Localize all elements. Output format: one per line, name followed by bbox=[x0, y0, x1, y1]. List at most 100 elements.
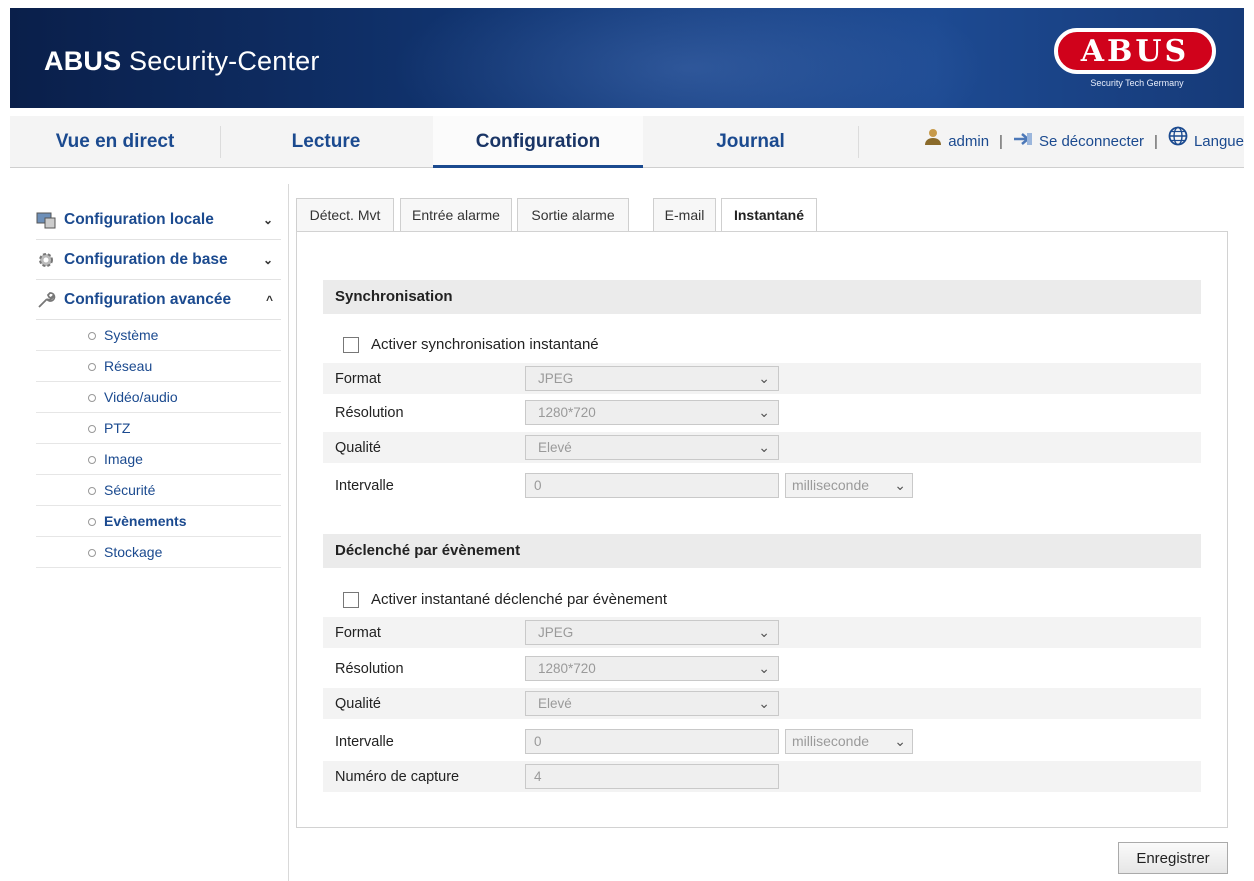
app-title-text: Security-Center bbox=[121, 46, 320, 76]
tab-configuration[interactable]: Configuration bbox=[433, 116, 643, 168]
chevron-down-icon: ⌄ bbox=[894, 477, 906, 493]
select-value: 1280*720 bbox=[538, 661, 596, 676]
subtab-snapshot[interactable]: Instantané bbox=[721, 198, 817, 234]
event-format-select[interactable]: JPEG ⌄ bbox=[525, 620, 779, 645]
event-interval-input[interactable]: 0 bbox=[525, 729, 779, 754]
tab-log[interactable]: Journal bbox=[643, 116, 858, 168]
sidebar-group-advanced-config[interactable]: Configuration avancée ^ bbox=[36, 280, 281, 320]
chevron-down-icon: ⌄ bbox=[758, 660, 770, 676]
save-button[interactable]: Enregistrer bbox=[1118, 842, 1228, 874]
tab-live-view[interactable]: Vue en direct bbox=[10, 116, 220, 168]
event-capture-row: Numéro de capture 4 bbox=[323, 761, 1201, 792]
field-label: Qualité bbox=[335, 696, 381, 712]
user-name[interactable]: admin bbox=[948, 116, 989, 168]
field-label: Intervalle bbox=[335, 734, 394, 750]
sidebar-item-storage[interactable]: Stockage bbox=[36, 537, 281, 568]
sync-quality-select[interactable]: Elevé ⌄ bbox=[525, 435, 779, 460]
sidebar-item-label: Sécurité bbox=[104, 482, 156, 498]
event-enable-row: Activer instantané déclenché par évèneme… bbox=[343, 591, 667, 608]
sidebar-item-image[interactable]: Image bbox=[36, 444, 281, 475]
sidebar-item-security[interactable]: Sécurité bbox=[36, 475, 281, 506]
app-title: ABUS Security-Center bbox=[44, 46, 320, 77]
chevron-down-icon: ⌄ bbox=[758, 624, 770, 640]
select-value: Elevé bbox=[538, 440, 572, 455]
sidebar-group-local-config[interactable]: Configuration locale ⌄ bbox=[36, 200, 281, 240]
sidebar-group-label: Configuration de base bbox=[64, 250, 228, 268]
sidebar-item-label: Réseau bbox=[104, 358, 153, 374]
globe-icon bbox=[1168, 116, 1188, 168]
logo-text: ABUS bbox=[1080, 33, 1190, 69]
main-nav: Vue en direct Lecture Configuration Jour… bbox=[10, 116, 1244, 168]
sidebar: Configuration locale ⌄ Configuration de … bbox=[36, 200, 281, 568]
chevron-down-icon: ⌄ bbox=[262, 252, 273, 267]
sidebar-item-ptz[interactable]: PTZ bbox=[36, 413, 281, 444]
event-resolution-row: Résolution 1280*720 ⌄ bbox=[323, 653, 1201, 684]
sync-quality-row: Qualité Elevé ⌄ bbox=[323, 432, 1201, 463]
sync-enable-row: Activer synchronisation instantané bbox=[343, 336, 599, 353]
language-link[interactable]: Langue bbox=[1194, 116, 1244, 168]
subtab-email[interactable]: E-mail bbox=[653, 198, 716, 232]
select-value: 1280*720 bbox=[538, 405, 596, 420]
event-resolution-select[interactable]: 1280*720 ⌄ bbox=[525, 656, 779, 681]
section-heading-event: Déclenché par évènement bbox=[323, 534, 1201, 568]
chevron-up-icon: ^ bbox=[265, 292, 273, 307]
sync-enable-checkbox[interactable] bbox=[343, 336, 359, 353]
sidebar-divider bbox=[288, 184, 289, 881]
field-label: Format bbox=[335, 625, 381, 641]
select-value: JPEG bbox=[538, 625, 574, 640]
select-value: milliseconde bbox=[792, 733, 870, 749]
sidebar-item-label: Système bbox=[104, 327, 159, 343]
chevron-down-icon: ⌄ bbox=[894, 733, 906, 749]
sidebar-group-label: Configuration avancée bbox=[64, 290, 232, 308]
sync-resolution-select[interactable]: 1280*720 ⌄ bbox=[525, 400, 779, 425]
select-value: Elevé bbox=[538, 696, 572, 711]
sync-interval-unit-select[interactable]: milliseconde ⌄ bbox=[785, 473, 913, 498]
sidebar-item-label: Image bbox=[104, 451, 143, 467]
bullet-icon bbox=[88, 487, 96, 495]
computer-icon bbox=[36, 210, 56, 230]
event-format-row: Format JPEG ⌄ bbox=[323, 617, 1201, 648]
select-value: milliseconde bbox=[792, 477, 870, 493]
event-interval-unit-select[interactable]: milliseconde ⌄ bbox=[785, 729, 913, 754]
field-label: Qualité bbox=[335, 440, 381, 456]
bullet-icon bbox=[88, 518, 96, 526]
chevron-down-icon: ⌄ bbox=[758, 695, 770, 711]
user-area: admin | Se déconnecter | Langue bbox=[924, 116, 1244, 168]
snapshot-panel: Synchronisation Activer synchronisation … bbox=[296, 231, 1228, 828]
sync-resolution-row: Résolution 1280*720 ⌄ bbox=[323, 397, 1201, 428]
bullet-icon bbox=[88, 394, 96, 402]
subtab-motion-detection[interactable]: Détect. Mvt bbox=[296, 198, 394, 232]
checkbox-label: Activer synchronisation instantané bbox=[371, 336, 599, 353]
sync-interval-input[interactable]: 0 bbox=[525, 473, 779, 498]
bullet-icon bbox=[88, 456, 96, 464]
header-banner: ABUS Security-Center ABUS Security Tech … bbox=[10, 8, 1244, 108]
sidebar-item-video-audio[interactable]: Vidéo/audio bbox=[36, 382, 281, 413]
sidebar-item-events[interactable]: Evènements bbox=[36, 506, 281, 537]
sync-format-select[interactable]: JPEG ⌄ bbox=[525, 366, 779, 391]
capture-number-input[interactable]: 4 bbox=[525, 764, 779, 789]
bullet-icon bbox=[88, 363, 96, 371]
tab-playback[interactable]: Lecture bbox=[221, 116, 431, 168]
separator: | bbox=[1154, 133, 1158, 150]
app-title-brand: ABUS bbox=[44, 46, 122, 76]
bullet-icon bbox=[88, 332, 96, 340]
sidebar-item-network[interactable]: Réseau bbox=[36, 351, 281, 382]
select-value: JPEG bbox=[538, 371, 574, 386]
sidebar-item-system[interactable]: Système bbox=[36, 320, 281, 351]
nav-divider bbox=[858, 126, 859, 158]
logout-icon bbox=[1013, 116, 1033, 168]
event-quality-select[interactable]: Elevé ⌄ bbox=[525, 691, 779, 716]
sidebar-item-label: PTZ bbox=[104, 420, 131, 436]
field-label: Intervalle bbox=[335, 478, 394, 494]
event-enable-checkbox[interactable] bbox=[343, 591, 359, 608]
sidebar-group-basic-config[interactable]: Configuration de base ⌄ bbox=[36, 240, 281, 280]
bullet-icon bbox=[88, 425, 96, 433]
field-label: Numéro de capture bbox=[335, 769, 460, 785]
user-icon bbox=[924, 116, 942, 168]
chevron-down-icon: ⌄ bbox=[758, 439, 770, 455]
chevron-down-icon: ⌄ bbox=[262, 212, 273, 227]
field-label: Résolution bbox=[335, 661, 404, 677]
logout-link[interactable]: Se déconnecter bbox=[1039, 116, 1144, 168]
subtab-alarm-input[interactable]: Entrée alarme bbox=[400, 198, 512, 232]
subtab-alarm-output[interactable]: Sortie alarme bbox=[517, 198, 629, 232]
